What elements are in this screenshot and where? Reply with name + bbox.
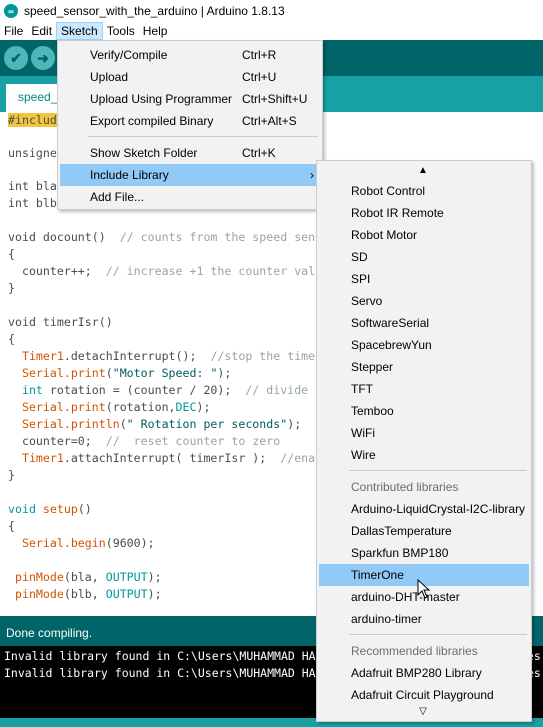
library-item[interactable]: Servo [319, 290, 529, 312]
library-item[interactable]: DallasTemperature [319, 520, 529, 542]
verify-button[interactable]: ✔ [4, 46, 28, 70]
console-line: Invalid library found in C:\Users\MUHAMM… [4, 666, 316, 680]
menu-item-show-sketch-folder[interactable]: Show Sketch Folder Ctrl+K [60, 142, 320, 164]
include-library-submenu: ▲ Robot Control Robot IR Remote Robot Mo… [316, 160, 532, 722]
code-line: { [8, 247, 15, 261]
library-item[interactable]: SoftwareSerial [319, 312, 529, 334]
code-line: Timer1.attachInterrupt( timerIsr ); //en… [8, 451, 316, 465]
checkmark-icon: ✔ [10, 49, 22, 66]
menu-separator [349, 470, 527, 471]
library-item[interactable]: Robot IR Remote [319, 202, 529, 224]
library-item[interactable]: arduino-timer [319, 608, 529, 630]
code-line: int bla [8, 179, 57, 193]
code-area: #includ unsigne int bla int blb void doc… [8, 112, 315, 601]
code-line: pinMode(bla, OUTPUT); [8, 570, 162, 584]
menu-item-include-library[interactable]: Include Library › [60, 164, 320, 186]
menu-bar: File Edit Sketch Tools Help [0, 22, 543, 40]
title-bar: ∞ speed_sensor_with_the_arduino | Arduin… [0, 0, 543, 22]
menu-sketch[interactable]: Sketch [56, 22, 103, 40]
library-item[interactable]: Temboo [319, 400, 529, 422]
menu-file[interactable]: File [0, 22, 27, 40]
scroll-down-arrow-icon[interactable]: ▽ [317, 706, 529, 717]
menu-item-upload-using-programmer[interactable]: Upload Using Programmer Ctrl+Shift+U [60, 88, 320, 110]
code-line: { [8, 519, 15, 533]
menu-item-verify-compile[interactable]: Verify/Compile Ctrl+R [60, 44, 320, 66]
library-item[interactable]: Adafruit Circuit Playground [319, 684, 529, 706]
console-line: Invalid library found in C:\Users\MUHAMM… [4, 649, 316, 663]
library-item[interactable]: Arduino-LiquidCrystal-I2C-library [319, 498, 529, 520]
code-line: void docount() // counts from the speed … [8, 230, 316, 244]
mouse-cursor-icon [417, 579, 431, 599]
recommended-libraries-header: Recommended libraries [351, 644, 478, 658]
library-item[interactable]: SPI [319, 268, 529, 290]
status-text: Done compiling. [6, 626, 93, 640]
arduino-logo-icon: ∞ [4, 4, 18, 18]
code-line: Timer1.detachInterrupt(); //stop the tim… [8, 349, 316, 363]
library-item[interactable]: Sparkfun BMP180 [319, 542, 529, 564]
code-line: Serial.begin(9600); [8, 536, 155, 550]
menu-tools[interactable]: Tools [103, 22, 139, 40]
arrow-right-icon: ➜ [37, 49, 49, 66]
library-item[interactable]: Wire [319, 444, 529, 466]
library-item[interactable]: Robot Control [319, 180, 529, 202]
code-line: Serial.print(rotation,DEC); [8, 400, 211, 414]
menu-item-add-file[interactable]: Add File... [60, 186, 320, 208]
code-line: void timerIsr() [8, 315, 113, 329]
code-line: unsigne [8, 146, 57, 160]
window-title: speed_sensor_with_the_arduino | Arduino … [24, 4, 285, 18]
menu-help[interactable]: Help [139, 22, 172, 40]
code-line: pinMode(blb, OUTPUT); [8, 587, 162, 601]
library-item[interactable]: Adafruit BMP280 Library [319, 662, 529, 684]
library-item[interactable]: WiFi [319, 422, 529, 444]
code-line: } [8, 468, 15, 482]
code-line: int rotation = (counter / 20); // divide [8, 383, 309, 397]
library-item[interactable]: Stepper [319, 356, 529, 378]
upload-button[interactable]: ➜ [31, 46, 55, 70]
code-line: Serial.print("Motor Speed: "); [8, 366, 232, 380]
code-line: Serial.println(" Rotation per seconds"); [8, 417, 302, 431]
menu-item-upload[interactable]: Upload Ctrl+U [60, 66, 320, 88]
sketch-menu: Verify/Compile Ctrl+R Upload Ctrl+U Upload… [57, 40, 323, 210]
code-line: void setup() [8, 502, 92, 516]
menu-edit[interactable]: Edit [27, 22, 56, 40]
library-item[interactable]: TFT [319, 378, 529, 400]
code-line: counter=0; // reset counter to zero [8, 434, 281, 448]
library-item[interactable]: SpacebrewYun [319, 334, 529, 356]
menu-item-export-binary[interactable]: Export compiled Binary Ctrl+Alt+S [60, 110, 320, 132]
code-line: int blb [8, 196, 57, 210]
library-item[interactable]: SD [319, 246, 529, 268]
menu-separator [349, 634, 527, 635]
library-item[interactable]: Robot Motor [319, 224, 529, 246]
contributed-libraries-header: Contributed libraries [351, 480, 459, 494]
code-line: } [8, 281, 15, 295]
submenu-arrow-icon: › [310, 168, 314, 182]
code-line: #includ [8, 113, 57, 127]
menu-separator [88, 136, 318, 137]
code-line: { [8, 332, 15, 346]
scroll-up-arrow-icon[interactable]: ▲ [317, 165, 529, 176]
code-line: counter++; // increase +1 the counter va… [8, 264, 316, 278]
